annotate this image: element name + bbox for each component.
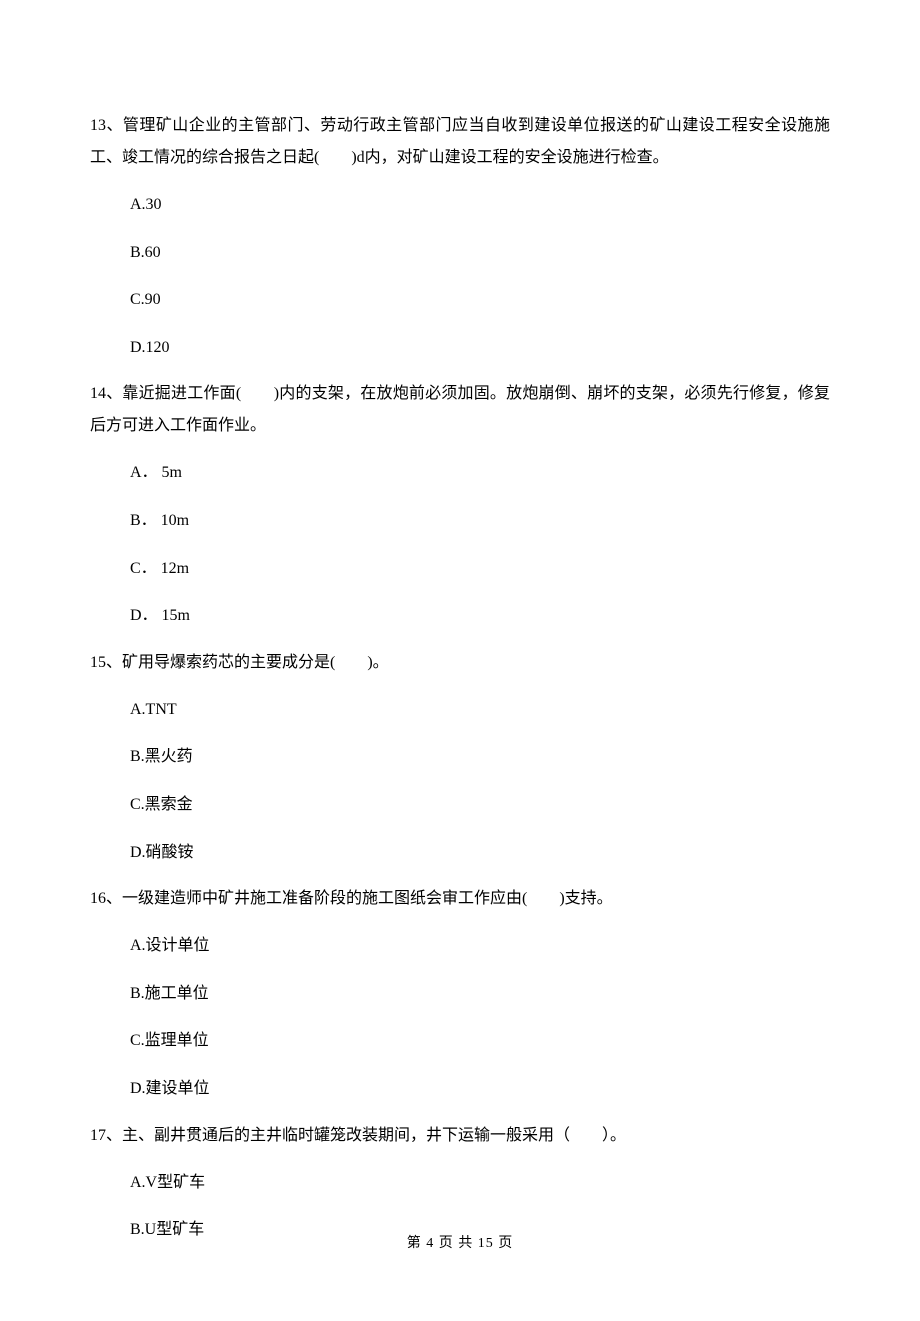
option-d: D.建设单位 [130,1076,830,1102]
option-d: D.硝酸铵 [130,840,830,866]
option-c: C． 12m [130,556,830,582]
option-a: A.30 [130,192,830,218]
question-body: 靠近掘进工作面( )内的支架，在放炮前必须加固。放炮崩倒、崩坏的支架，必须先行修… [90,385,830,434]
question-text: 16、一级建造师中矿井施工准备阶段的施工图纸会审工作应由( )支持。 [90,883,830,915]
question-body: 一级建造师中矿井施工准备阶段的施工图纸会审工作应由( )支持。 [122,890,613,907]
question-number: 14、 [90,385,122,402]
question-13: 13、管理矿山企业的主管部门、劳动行政主管部门应当自收到建设单位报送的矿山建设工… [90,110,830,360]
page-footer: 第 4 页 共 15 页 [0,1232,920,1252]
option-b: B.施工单位 [130,981,830,1007]
question-text: 15、矿用导爆索药芯的主要成分是( )。 [90,647,830,679]
question-number: 13、 [90,117,123,134]
option-d: D． 15m [130,603,830,629]
question-text: 14、靠近掘进工作面( )内的支架，在放炮前必须加固。放炮崩倒、崩坏的支架，必须… [90,378,830,442]
question-body: 矿用导爆索药芯的主要成分是( )。 [122,654,389,671]
question-14: 14、靠近掘进工作面( )内的支架，在放炮前必须加固。放炮崩倒、崩坏的支架，必须… [90,378,830,628]
option-a: A.TNT [130,697,830,723]
question-number: 17、 [90,1127,122,1144]
option-a: A.V型矿车 [130,1170,830,1196]
question-17: 17、主、副井贯通后的主井临时罐笼改装期间，井下运输一般采用（ ）。 A.V型矿… [90,1120,830,1243]
options-list: A.30 B.60 C.90 D.120 [90,192,830,360]
page-content: 13、管理矿山企业的主管部门、劳动行政主管部门应当自收到建设单位报送的矿山建设工… [0,0,920,1321]
option-c: C.黑索金 [130,792,830,818]
options-list: A.TNT B.黑火药 C.黑索金 D.硝酸铵 [90,697,830,865]
option-a: A.设计单位 [130,933,830,959]
option-d: D.120 [130,335,830,361]
options-list: A.设计单位 B.施工单位 C.监理单位 D.建设单位 [90,933,830,1101]
option-b: B． 10m [130,508,830,534]
question-body: 主、副井贯通后的主井临时罐笼改装期间，井下运输一般采用（ ）。 [122,1127,626,1144]
question-number: 15、 [90,654,122,671]
question-text: 13、管理矿山企业的主管部门、劳动行政主管部门应当自收到建设单位报送的矿山建设工… [90,110,830,174]
option-c: C.监理单位 [130,1028,830,1054]
question-16: 16、一级建造师中矿井施工准备阶段的施工图纸会审工作应由( )支持。 A.设计单… [90,883,830,1101]
question-15: 15、矿用导爆索药芯的主要成分是( )。 A.TNT B.黑火药 C.黑索金 D… [90,647,830,865]
options-list: A． 5m B． 10m C． 12m D． 15m [90,460,830,628]
option-a: A． 5m [130,460,830,486]
question-text: 17、主、副井贯通后的主井临时罐笼改装期间，井下运输一般采用（ ）。 [90,1120,830,1152]
option-b: B.黑火药 [130,744,830,770]
question-number: 16、 [90,890,122,907]
question-body: 管理矿山企业的主管部门、劳动行政主管部门应当自收到建设单位报送的矿山建设工程安全… [90,117,830,166]
option-c: C.90 [130,287,830,313]
option-b: B.60 [130,240,830,266]
